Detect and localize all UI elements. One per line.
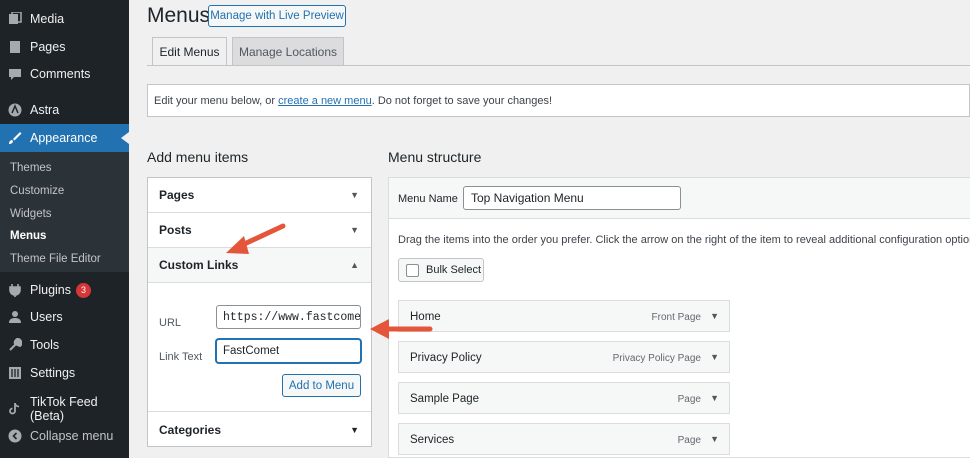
sidebar-item-settings[interactable]: Settings [0, 359, 129, 387]
add-items-accordion: Pages ▼ Posts ▼ Custom Links ▲ URL https… [147, 177, 372, 447]
accordion-label: Posts [159, 223, 192, 237]
sidebar-item-media[interactable]: Media [0, 5, 129, 33]
accordion-label: Categories [159, 422, 222, 437]
add-menu-items-heading: Add menu items [147, 149, 249, 165]
update-count-badge: 3 [76, 282, 91, 298]
notice-text-end: . Do not forget to save your changes! [371, 94, 553, 107]
sidebar-item-users[interactable]: Users [0, 303, 129, 331]
submenu-menus[interactable]: Menus [10, 230, 46, 242]
sidebar-item-label: Collapse menu [30, 429, 114, 443]
accordion-label: Custom Links [159, 258, 239, 272]
sidebar-item-label: Comments [30, 67, 91, 81]
sidebar-item-pages[interactable]: Pages [0, 33, 129, 61]
collapse-icon [8, 429, 22, 443]
accordion-custom-links[interactable]: Custom Links ▲ [148, 248, 371, 283]
admin-sidebar: Media Pages Comments Astra Appearance Th… [0, 0, 129, 458]
menu-structure-panel: Menu Name Top Navigation Menu Drag the i… [388, 177, 970, 458]
astra-icon [8, 103, 22, 117]
caret-down-icon[interactable]: ▼ [710, 352, 719, 362]
custom-links-panel: URL https://www.fastcomet Link Text Fast… [148, 283, 371, 412]
link-text-label: Link Text [159, 351, 203, 363]
edit-notice: Edit your menu below, or create a new me… [147, 84, 970, 117]
caret-down-icon[interactable]: ▼ [710, 311, 719, 321]
user-icon [8, 310, 22, 324]
menu-item-type: Privacy Policy Page [612, 353, 701, 364]
caret-down-icon: ▼ [350, 424, 359, 435]
create-new-menu-link[interactable]: create a new menu [278, 95, 372, 107]
menu-item-type: Front Page [651, 312, 701, 323]
caret-down-icon: ▼ [350, 190, 359, 200]
media-icon [8, 12, 22, 26]
sidebar-item-label: Users [30, 310, 63, 324]
submenu-theme-file-editor[interactable]: Theme File Editor [10, 253, 101, 265]
sidebar-item-label: Settings [30, 366, 76, 380]
caret-up-icon: ▲ [350, 260, 359, 270]
accordion-label: Pages [159, 188, 195, 202]
menu-name-input[interactable]: Top Navigation Menu [463, 186, 681, 210]
accordion-categories[interactable]: Categories ▼ [148, 412, 371, 447]
menu-item-type: Page [677, 435, 701, 446]
submenu-customize[interactable]: Customize [10, 185, 64, 197]
sidebar-item-tiktok-feed[interactable]: TikTok Feed (Beta) [0, 395, 129, 423]
menu-item-privacy-policy[interactable]: Privacy Policy Privacy Policy Page ▼ [398, 341, 730, 373]
url-label: URL [159, 317, 182, 329]
sidebar-item-tools[interactable]: Tools [0, 331, 129, 359]
menu-name-bar: Menu Name Top Navigation Menu [389, 178, 970, 219]
submenu-themes[interactable]: Themes [10, 162, 52, 174]
sidebar-item-label: Plugins [30, 283, 71, 297]
tab-divider [147, 65, 970, 66]
paintbrush-icon [8, 131, 22, 145]
bulk-select-button[interactable]: Bulk Select [398, 258, 484, 282]
menu-name-label: Menu Name [398, 193, 458, 205]
menu-item-home[interactable]: Home Front Page ▼ [398, 300, 730, 332]
menu-item-type: Page [677, 394, 701, 405]
plugin-icon [8, 283, 22, 297]
accordion-pages[interactable]: Pages ▼ [148, 178, 371, 213]
menu-item-title: Home [410, 311, 441, 323]
sidebar-item-label: Appearance [30, 131, 98, 145]
drag-instructions: Drag the items into the order you prefer… [398, 234, 970, 246]
caret-down-icon[interactable]: ▼ [710, 393, 719, 403]
submenu-widgets[interactable]: Widgets [10, 208, 52, 220]
menu-item-services[interactable]: Services Page ▼ [398, 423, 730, 455]
caret-down-icon[interactable]: ▼ [710, 434, 719, 444]
add-to-menu-button[interactable]: Add to Menu [282, 374, 361, 397]
menu-structure-heading: Menu structure [388, 149, 482, 165]
sidebar-item-comments[interactable]: Comments [0, 60, 129, 88]
comments-icon [8, 67, 22, 81]
menu-item-title: Sample Page [410, 393, 480, 405]
url-input[interactable]: https://www.fastcomet [216, 305, 361, 329]
manage-live-preview-button[interactable]: Manage with Live Preview [208, 5, 346, 27]
sidebar-item-label: TikTok Feed (Beta) [30, 395, 98, 423]
bulk-select-label: Bulk Select [426, 264, 482, 276]
tab-edit-menus[interactable]: Edit Menus [152, 37, 227, 66]
pages-icon [8, 40, 22, 54]
sidebar-item-astra[interactable]: Astra [0, 96, 129, 124]
tab-manage-locations[interactable]: Manage Locations [232, 37, 344, 65]
bulk-select-checkbox[interactable] [406, 263, 419, 277]
sidebar-item-label: Astra [30, 103, 60, 117]
caret-down-icon: ▼ [350, 225, 359, 235]
collapse-menu-button[interactable]: Collapse menu [0, 422, 129, 450]
menu-item-title: Privacy Policy [410, 352, 482, 364]
settings-icon [8, 366, 22, 380]
page-title: Menus [147, 4, 211, 27]
sidebar-item-appearance[interactable]: Appearance [0, 124, 129, 152]
tiktok-icon [8, 402, 22, 416]
appearance-submenu: Themes Customize Widgets Menus Theme Fil… [0, 152, 129, 272]
notice-text: Edit your menu below, or [154, 94, 276, 107]
sidebar-item-plugins[interactable]: Plugins 3 [0, 276, 129, 304]
wrench-icon [8, 338, 22, 352]
link-text-input[interactable]: FastComet [216, 339, 361, 363]
sidebar-item-label: Pages [30, 40, 66, 54]
menu-item-title: Services [410, 434, 455, 446]
accordion-posts[interactable]: Posts ▼ [148, 213, 371, 248]
sidebar-item-label: Media [30, 12, 65, 26]
menu-item-sample-page[interactable]: Sample Page Page ▼ [398, 382, 730, 414]
sidebar-item-label: Tools [30, 338, 60, 352]
